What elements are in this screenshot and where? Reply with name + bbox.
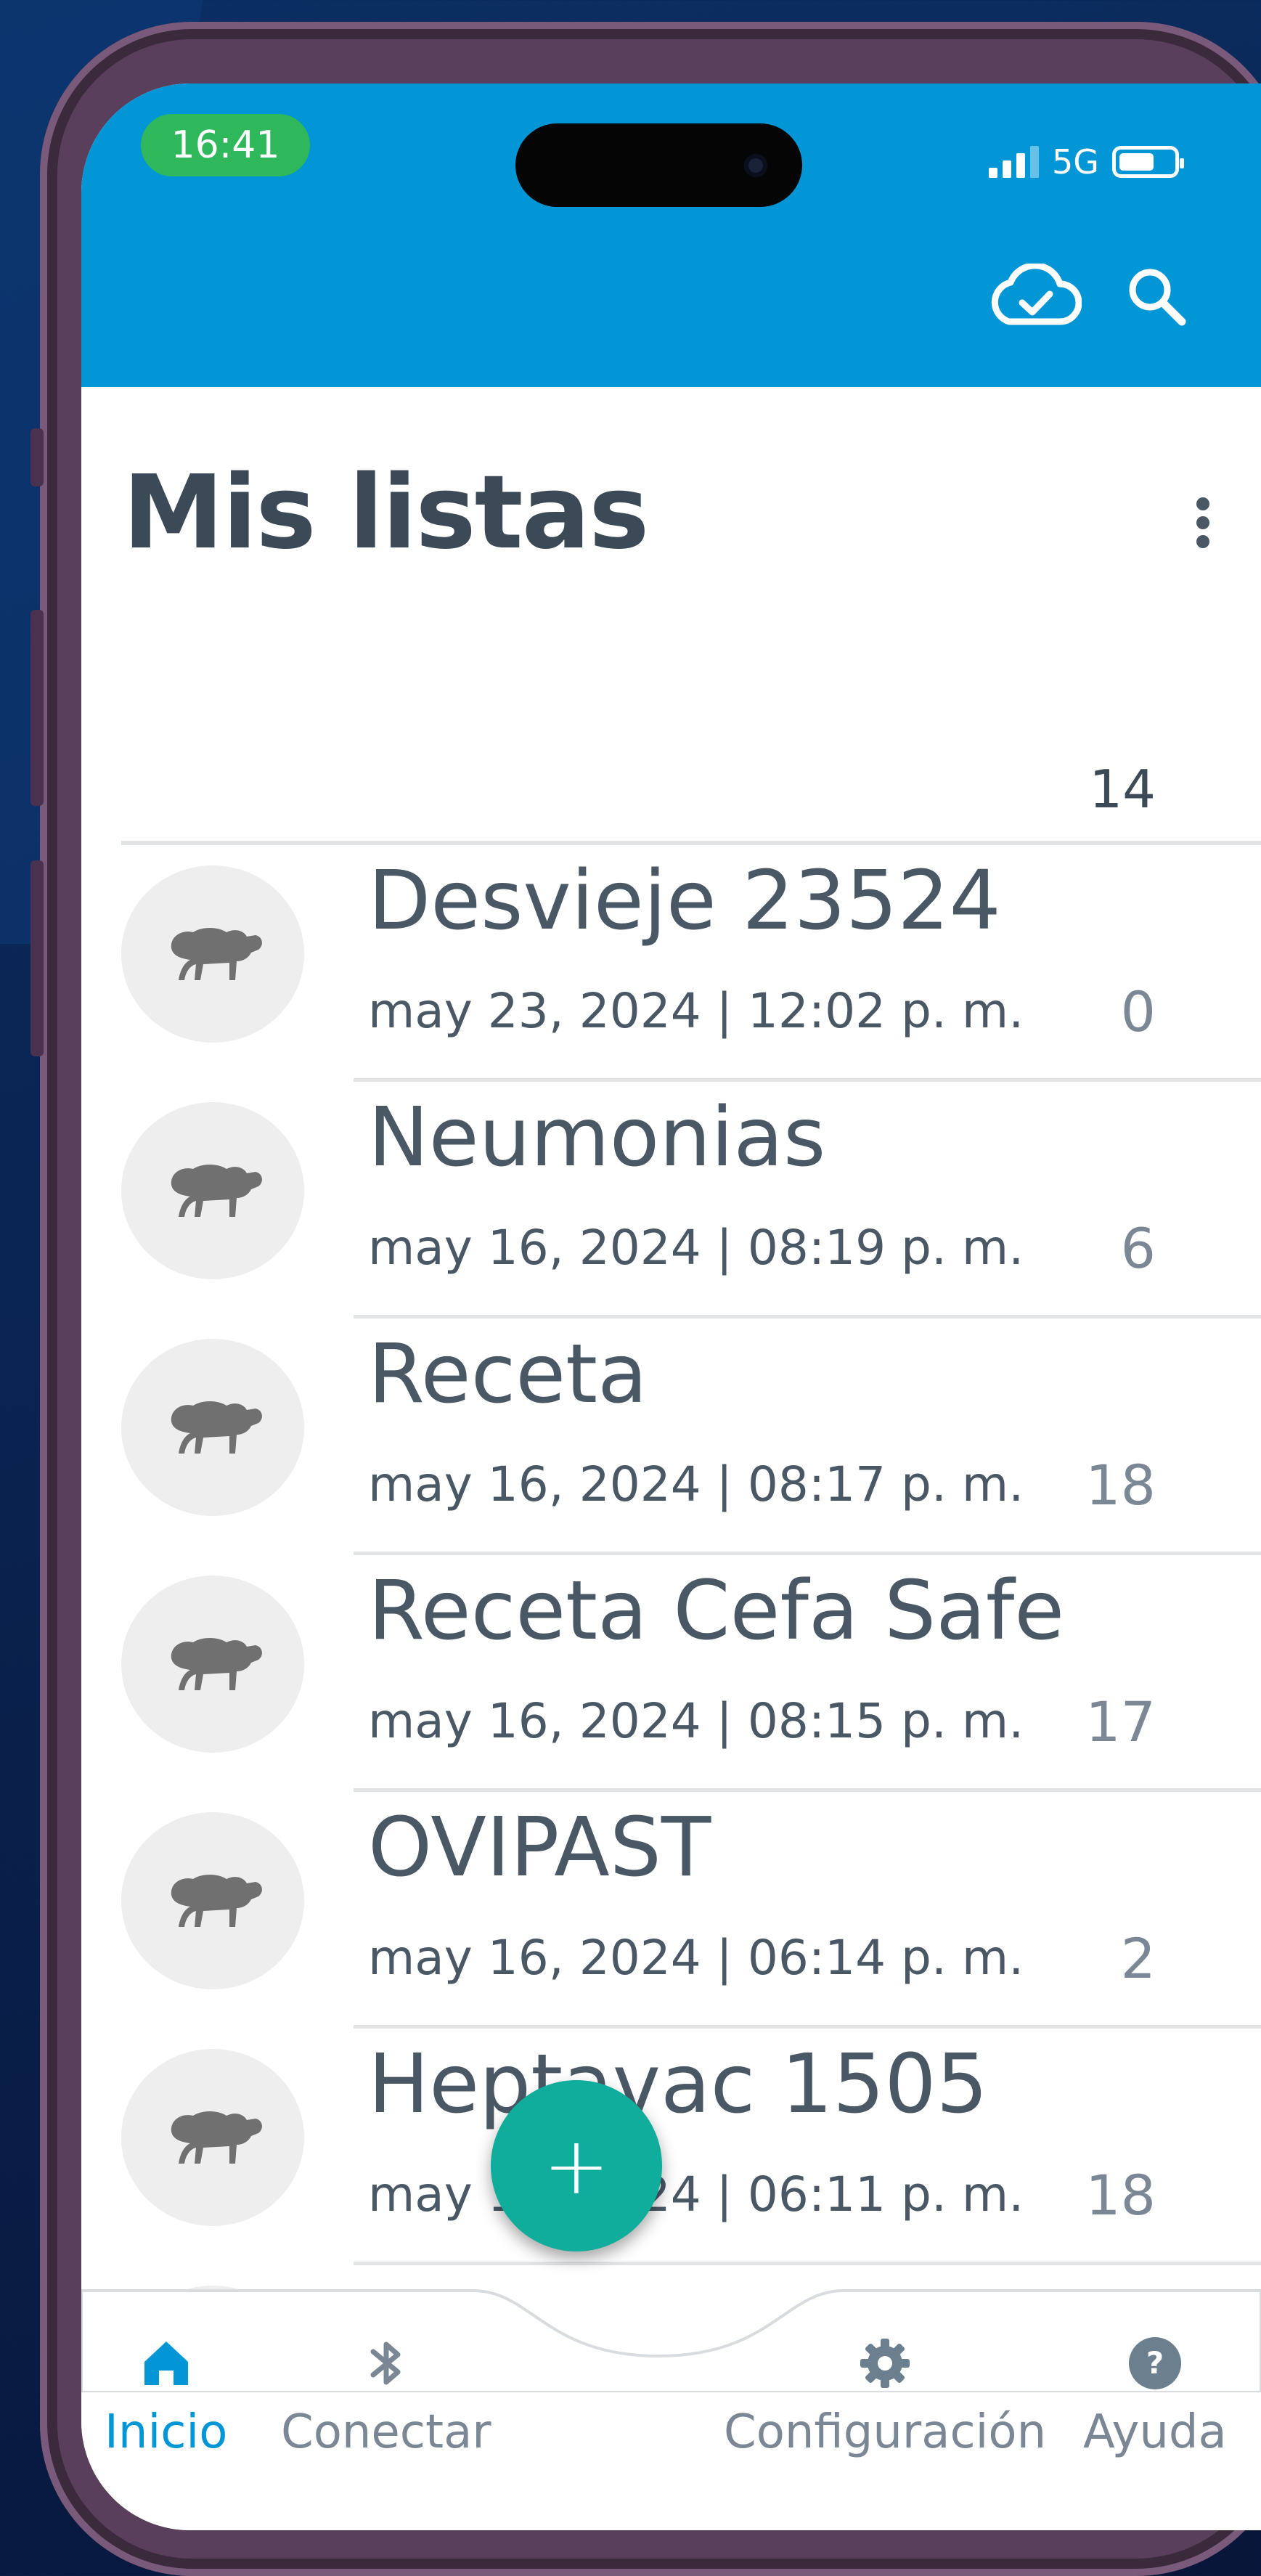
list-name: Receta: [368, 1327, 648, 1422]
nav-label: Conectar: [281, 2405, 491, 2459]
list-name: Receta Cefa Safe: [368, 1564, 1065, 1658]
total-count: 14: [1089, 759, 1156, 820]
home-icon: [144, 2341, 188, 2385]
cloud-check-icon[interactable]: [987, 262, 1082, 332]
list-avatar: [121, 2049, 304, 2226]
dynamic-island: [515, 123, 802, 207]
nav-label: Ayuda: [1083, 2405, 1227, 2459]
help-icon: ?: [1128, 2337, 1181, 2389]
list-count: 18: [1085, 2163, 1156, 2227]
list-item[interactable]: Desvieje 23524 may 23, 2024 | 12:02 p. m.…: [81, 845, 1261, 1082]
list-date: may 16, 2024 | 08:19 p. m.: [368, 1220, 1024, 1276]
list-count: 18: [1085, 1453, 1156, 1517]
list-name: Neumonias: [368, 1091, 826, 1185]
more-options-icon[interactable]: [1181, 486, 1225, 559]
plus-icon: +: [542, 2119, 611, 2212]
nav-item-conectar[interactable]: Conectar: [281, 2334, 491, 2459]
list-count: 6: [1120, 1216, 1156, 1281]
network-type: 5G: [1052, 142, 1099, 182]
title-row: Mis listas: [123, 454, 1261, 599]
list-count: 17: [1085, 1690, 1156, 1754]
app-screen: 16:41 5G Mis listas 14 Desvieje 23524 ma…: [81, 83, 1261, 2530]
sheep-icon: [171, 928, 262, 980]
list-name: Desvieje 23524: [368, 854, 1001, 948]
list-name: Heptavac 1505: [368, 2037, 988, 2132]
list-date: may 16, 2024 | 08:17 p. m.: [368, 1456, 1024, 1512]
battery-icon: [1111, 146, 1184, 178]
bluetooth-icon: [370, 2341, 401, 2385]
svg-text:?: ?: [1146, 2345, 1164, 2381]
sheep-icon: [171, 1165, 262, 1217]
nav-item-inicio[interactable]: Inicio: [105, 2334, 227, 2459]
list-avatar: [121, 1576, 304, 1753]
nav-item-ayuda[interactable]: ? Ayuda: [1083, 2334, 1227, 2459]
sheep-icon: [171, 1638, 262, 1690]
status-indicators: 5G: [989, 140, 1184, 184]
search-icon[interactable]: [1127, 266, 1186, 329]
side-button: [30, 860, 44, 1056]
list-item[interactable]: Receta Cefa Safe may 16, 2024 | 08:15 p. …: [81, 1555, 1261, 1792]
nav-label: Inicio: [105, 2405, 228, 2459]
nav-item-configuracion[interactable]: Configuración: [724, 2334, 1046, 2459]
bottom-navigation: Inicio Conectar Configuración ? Ayuda: [81, 2289, 1261, 2530]
side-button: [30, 428, 44, 486]
app-header: 16:41 5G: [81, 83, 1261, 387]
list-item[interactable]: Heptavac 1505 may 16, 2024 | 06:11 p. m. 1…: [81, 2029, 1261, 2265]
list-avatar: [121, 1339, 304, 1516]
status-time: 16:41: [141, 114, 310, 176]
signal-icon: [989, 146, 1039, 178]
list-date: may 23, 2024 | 12:02 p. m.: [368, 983, 1024, 1039]
list-date: may 16, 2024 | 08:15 p. m.: [368, 1693, 1024, 1749]
list-name: OVIPAST: [368, 1801, 711, 1895]
gear-icon: [860, 2339, 910, 2388]
page-title: Mis listas: [123, 454, 649, 572]
list-count: 0: [1120, 979, 1156, 1044]
list-avatar: [121, 865, 304, 1043]
sheep-icon: [171, 1875, 262, 1927]
list-count: 2: [1120, 1926, 1156, 1991]
list-date: may 16, 2024 | 06:11 p. m.: [368, 2167, 1024, 2222]
sheep-icon: [171, 1401, 262, 1454]
list-avatar: [121, 1812, 304, 1989]
side-button: [30, 610, 44, 806]
add-list-button[interactable]: +: [491, 2080, 662, 2251]
list-item[interactable]: Receta may 16, 2024 | 08:17 p. m. 18: [81, 1318, 1261, 1555]
list-item[interactable]: Neumonias may 16, 2024 | 08:19 p. m. 6: [81, 1082, 1261, 1318]
camera-icon: [744, 154, 767, 177]
sheep-icon: [171, 2111, 262, 2164]
list-avatar: [121, 1102, 304, 1279]
list-date: may 16, 2024 | 06:14 p. m.: [368, 1930, 1024, 1986]
nav-label: Configuración: [724, 2405, 1047, 2459]
list-item[interactable]: OVIPAST may 16, 2024 | 06:14 p. m. 2: [81, 1792, 1261, 2029]
